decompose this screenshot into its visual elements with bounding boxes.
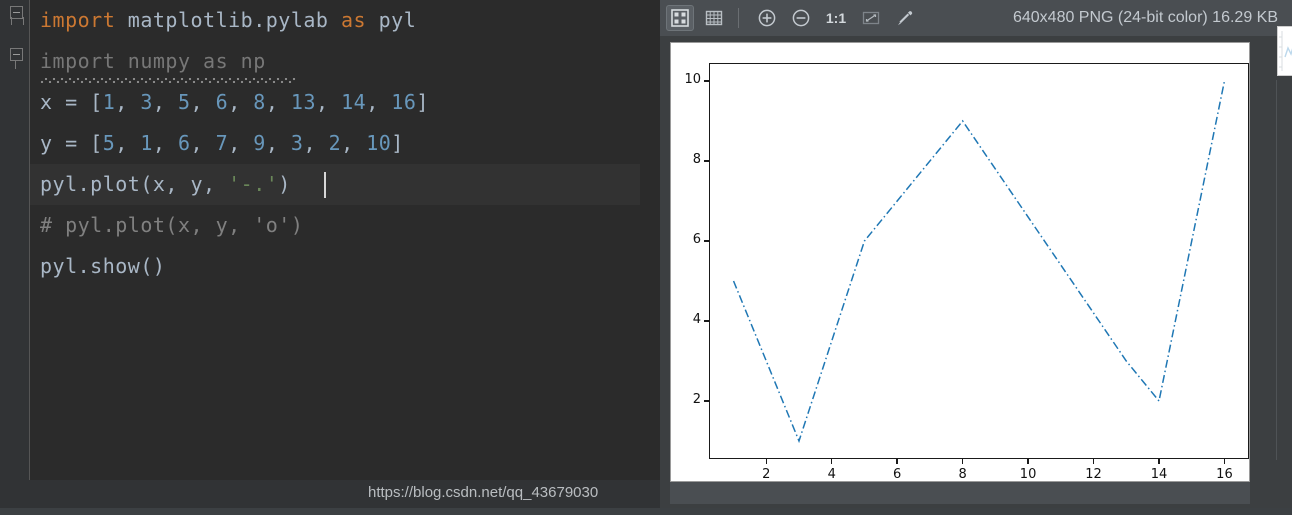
viewer-toolbar: 1:1 640x480 PNG (24-bit color) 16.29 KB [660, 0, 1292, 36]
code-line-1[interactable]: import matplotlib.pylab as pyl [30, 0, 660, 41]
code-token: ) [278, 172, 291, 196]
code-token: import [40, 8, 116, 32]
fit-to-window-icon [862, 11, 880, 25]
code-line-6[interactable]: # pyl.plot(x, y, 'o') [30, 205, 660, 246]
code-token: ] [416, 90, 429, 114]
code-token: , [228, 131, 254, 155]
code-token: 5 [102, 131, 116, 155]
code-token: pyl.show() [40, 254, 166, 278]
plot-series-layer [732, 80, 1226, 444]
transparency-toggle-button[interactable] [666, 5, 694, 31]
code-token: , [152, 90, 178, 114]
code-token: 9 [253, 131, 266, 155]
color-picker-icon [898, 11, 913, 26]
code-token: 16 [391, 90, 417, 114]
window-bottom-bar [0, 508, 1292, 515]
fit-to-window-button[interactable] [857, 5, 885, 31]
code-token: 10 [366, 131, 392, 155]
code-line-7[interactable]: pyl.show() [30, 246, 660, 287]
unused-import-squiggle [40, 78, 296, 83]
code-token: 13 [290, 90, 317, 114]
code-token: import numpy as np [40, 49, 266, 73]
code-token: , [366, 90, 392, 114]
code-token: , [265, 131, 291, 155]
code-editor-pane[interactable]: import matplotlib.pylab as pyl import num… [0, 0, 1292, 515]
image-canvas[interactable]: 2 4 6 8 10 2 4 6 8 10 12 14 16 [670, 42, 1250, 482]
code-token: 14 [341, 90, 367, 114]
fold-box-icon [10, 48, 23, 61]
code-token: y = [ [40, 131, 103, 155]
code-fold-marker-2[interactable] [10, 48, 25, 69]
zoom-in-button[interactable] [753, 5, 781, 31]
code-token: 7 [215, 131, 229, 155]
code-token: , [152, 131, 178, 155]
actual-size-button[interactable]: 1:1 [821, 5, 851, 31]
thumbnail-preview-panel[interactable] [1277, 26, 1292, 76]
code-token: 6 [215, 90, 229, 114]
code-token: x = [ [40, 90, 103, 114]
code-token: , [115, 90, 141, 114]
grid-toggle-button[interactable] [700, 5, 728, 31]
code-line-5[interactable]: pyl.plot(x, y, '-.') [30, 164, 660, 205]
actual-size-label: 1:1 [825, 10, 847, 26]
code-token: 1 [102, 90, 116, 114]
code-token: 1 [140, 131, 153, 155]
zoom-out-button[interactable] [787, 5, 815, 31]
code-token: 5 [178, 90, 191, 114]
grid-icon [705, 10, 723, 26]
editor-scrollbar-track[interactable] [640, 0, 1292, 500]
zoom-out-icon [792, 9, 810, 27]
code-token: 2 [328, 131, 342, 155]
data-line-series-1 [732, 80, 1226, 444]
fold-arrow-icon [11, 17, 24, 25]
code-token: pyl.plot(x, y, [40, 172, 229, 196]
code-token: , [303, 131, 329, 155]
toolbar-separator [738, 8, 739, 28]
transparency-icon [671, 9, 689, 27]
zoom-in-icon [758, 9, 776, 27]
code-token: matplotlib.pylab [115, 8, 341, 32]
code-token: 3 [290, 131, 304, 155]
color-picker-button[interactable] [891, 5, 919, 31]
code-token: , [228, 90, 254, 114]
fold-tail-icon [15, 60, 16, 69]
image-viewer-window: 1:1 640x480 PNG (24-bit color) 16.29 KB [660, 0, 1292, 515]
code-token: # pyl.plot(x, y, 'o') [40, 213, 304, 237]
code-text-area[interactable]: import matplotlib.pylab as pyl import num… [30, 0, 660, 480]
image-info-label: 640x480 PNG (24-bit color) 16.29 KB [1012, 9, 1278, 26]
code-token: , [115, 131, 141, 155]
code-token: 6 [178, 131, 191, 155]
code-line-2[interactable]: import numpy as np [30, 41, 660, 82]
screenshot-root: import matplotlib.pylab as pyl import num… [0, 0, 1292, 515]
code-fold-marker-1[interactable] [10, 6, 25, 25]
text-caret [324, 172, 326, 198]
viewer-right-strip [1272, 36, 1292, 515]
code-token: , [316, 90, 342, 114]
code-line-4[interactable]: y = [5, 1, 6, 7, 9, 3, 2, 10] [30, 123, 660, 164]
code-token: , [265, 90, 291, 114]
code-token: 8 [253, 90, 266, 114]
code-token: as [341, 8, 367, 32]
viewer-right-divider [1276, 80, 1277, 460]
viewer-status-bar [670, 482, 1250, 504]
code-token: ] [391, 131, 404, 155]
code-token: 3 [140, 90, 153, 114]
code-token: pyl [366, 8, 417, 32]
matplotlib-figure: 2 4 6 8 10 2 4 6 8 10 12 14 16 [671, 43, 1251, 483]
code-token: , [190, 131, 216, 155]
watermark-text: https://blog.csdn.net/qq_43679030 [368, 484, 599, 501]
code-line-3[interactable]: x = [1, 3, 5, 6, 8, 13, 14, 16] [30, 82, 660, 123]
code-token: '-.' [228, 172, 279, 196]
editor-gutter[interactable] [0, 0, 30, 480]
code-token: , [341, 131, 367, 155]
thumbnail-mini-chart-icon [1279, 31, 1292, 71]
code-token: , [190, 90, 216, 114]
